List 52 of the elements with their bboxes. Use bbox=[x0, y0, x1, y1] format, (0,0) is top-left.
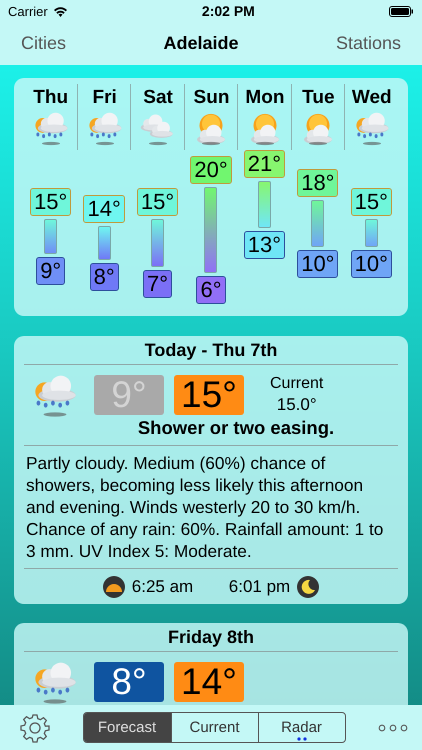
cities-link[interactable]: Cities bbox=[21, 33, 66, 54]
day-name: Sat bbox=[143, 87, 173, 109]
low-temp-badge: 7° bbox=[143, 270, 172, 298]
current-label: Current bbox=[270, 374, 324, 393]
low-temp-badge: 10° bbox=[350, 250, 392, 278]
low-temp-badge: 9° bbox=[36, 256, 66, 285]
carrier-label: Carrier bbox=[8, 4, 48, 18]
high-temp-badge: 14° bbox=[174, 662, 244, 702]
high-temp-badge: 15° bbox=[350, 188, 392, 216]
day-name: Tue bbox=[302, 87, 335, 109]
forecast-description: Partly cloudy. Medium (60%) chance of showers, becoming less likely this afternoon and evening. Winds westerly 20 to 30 km/h. Chance of any rain: 60%. Rainfall amount: 1 to 3 mm. UV Index 5: Moderate. bbox=[24, 446, 398, 569]
moon-icon bbox=[296, 574, 320, 599]
sunrise-time: 6:25 am bbox=[132, 576, 194, 597]
temp-range-bar bbox=[364, 219, 378, 248]
low-temp-badge: 10° bbox=[297, 250, 338, 278]
low-temp-badge: 8° bbox=[94, 662, 164, 702]
temp-range-bar bbox=[311, 200, 324, 248]
low-temp-badge: 8° bbox=[90, 263, 119, 292]
current-temp: 15.0° bbox=[276, 394, 317, 415]
high-temp-badge: 15° bbox=[174, 374, 244, 415]
temp-range-bar bbox=[98, 226, 111, 260]
sunrise-icon bbox=[102, 574, 126, 599]
temp-range-bar bbox=[44, 219, 58, 254]
view-tab[interactable]: Forecast bbox=[84, 713, 170, 742]
status-time: 2:02 PM bbox=[202, 3, 255, 19]
more-icon[interactable] bbox=[378, 724, 408, 732]
temp-range-bar bbox=[258, 181, 271, 228]
high-temp-badge: 15° bbox=[30, 188, 72, 216]
day-title: Friday 8th bbox=[24, 623, 398, 652]
high-temp-badge: 14° bbox=[83, 194, 125, 223]
battery-icon bbox=[389, 6, 414, 16]
low-temp-badge: 6° bbox=[196, 276, 226, 304]
high-temp-badge: 18° bbox=[297, 169, 338, 198]
high-temp-badge: 20° bbox=[190, 156, 232, 184]
view-tab[interactable]: Radar bbox=[258, 713, 344, 742]
day-name: Fri bbox=[92, 87, 117, 109]
high-temp-badge: 15° bbox=[136, 188, 178, 216]
temp-range-bar bbox=[151, 219, 164, 267]
stations-link[interactable]: Stations bbox=[336, 33, 401, 54]
settings-icon[interactable] bbox=[20, 712, 50, 742]
view-tab[interactable]: Current bbox=[170, 713, 258, 742]
day-name: Wed bbox=[352, 87, 392, 109]
day-title: Today - Thu 7th bbox=[24, 336, 398, 365]
forecast-summary: Shower or two easing. bbox=[136, 416, 336, 439]
day-name: Sun bbox=[194, 87, 230, 109]
sunset-time: 6:01 pm bbox=[228, 576, 290, 597]
day-name: Mon bbox=[245, 87, 284, 109]
city-title: Adelaide bbox=[163, 33, 238, 54]
low-temp-badge: 13° bbox=[244, 231, 286, 260]
day-name: Thu bbox=[33, 87, 68, 109]
high-temp-badge: 21° bbox=[244, 150, 286, 178]
wifi-icon bbox=[52, 6, 68, 16]
